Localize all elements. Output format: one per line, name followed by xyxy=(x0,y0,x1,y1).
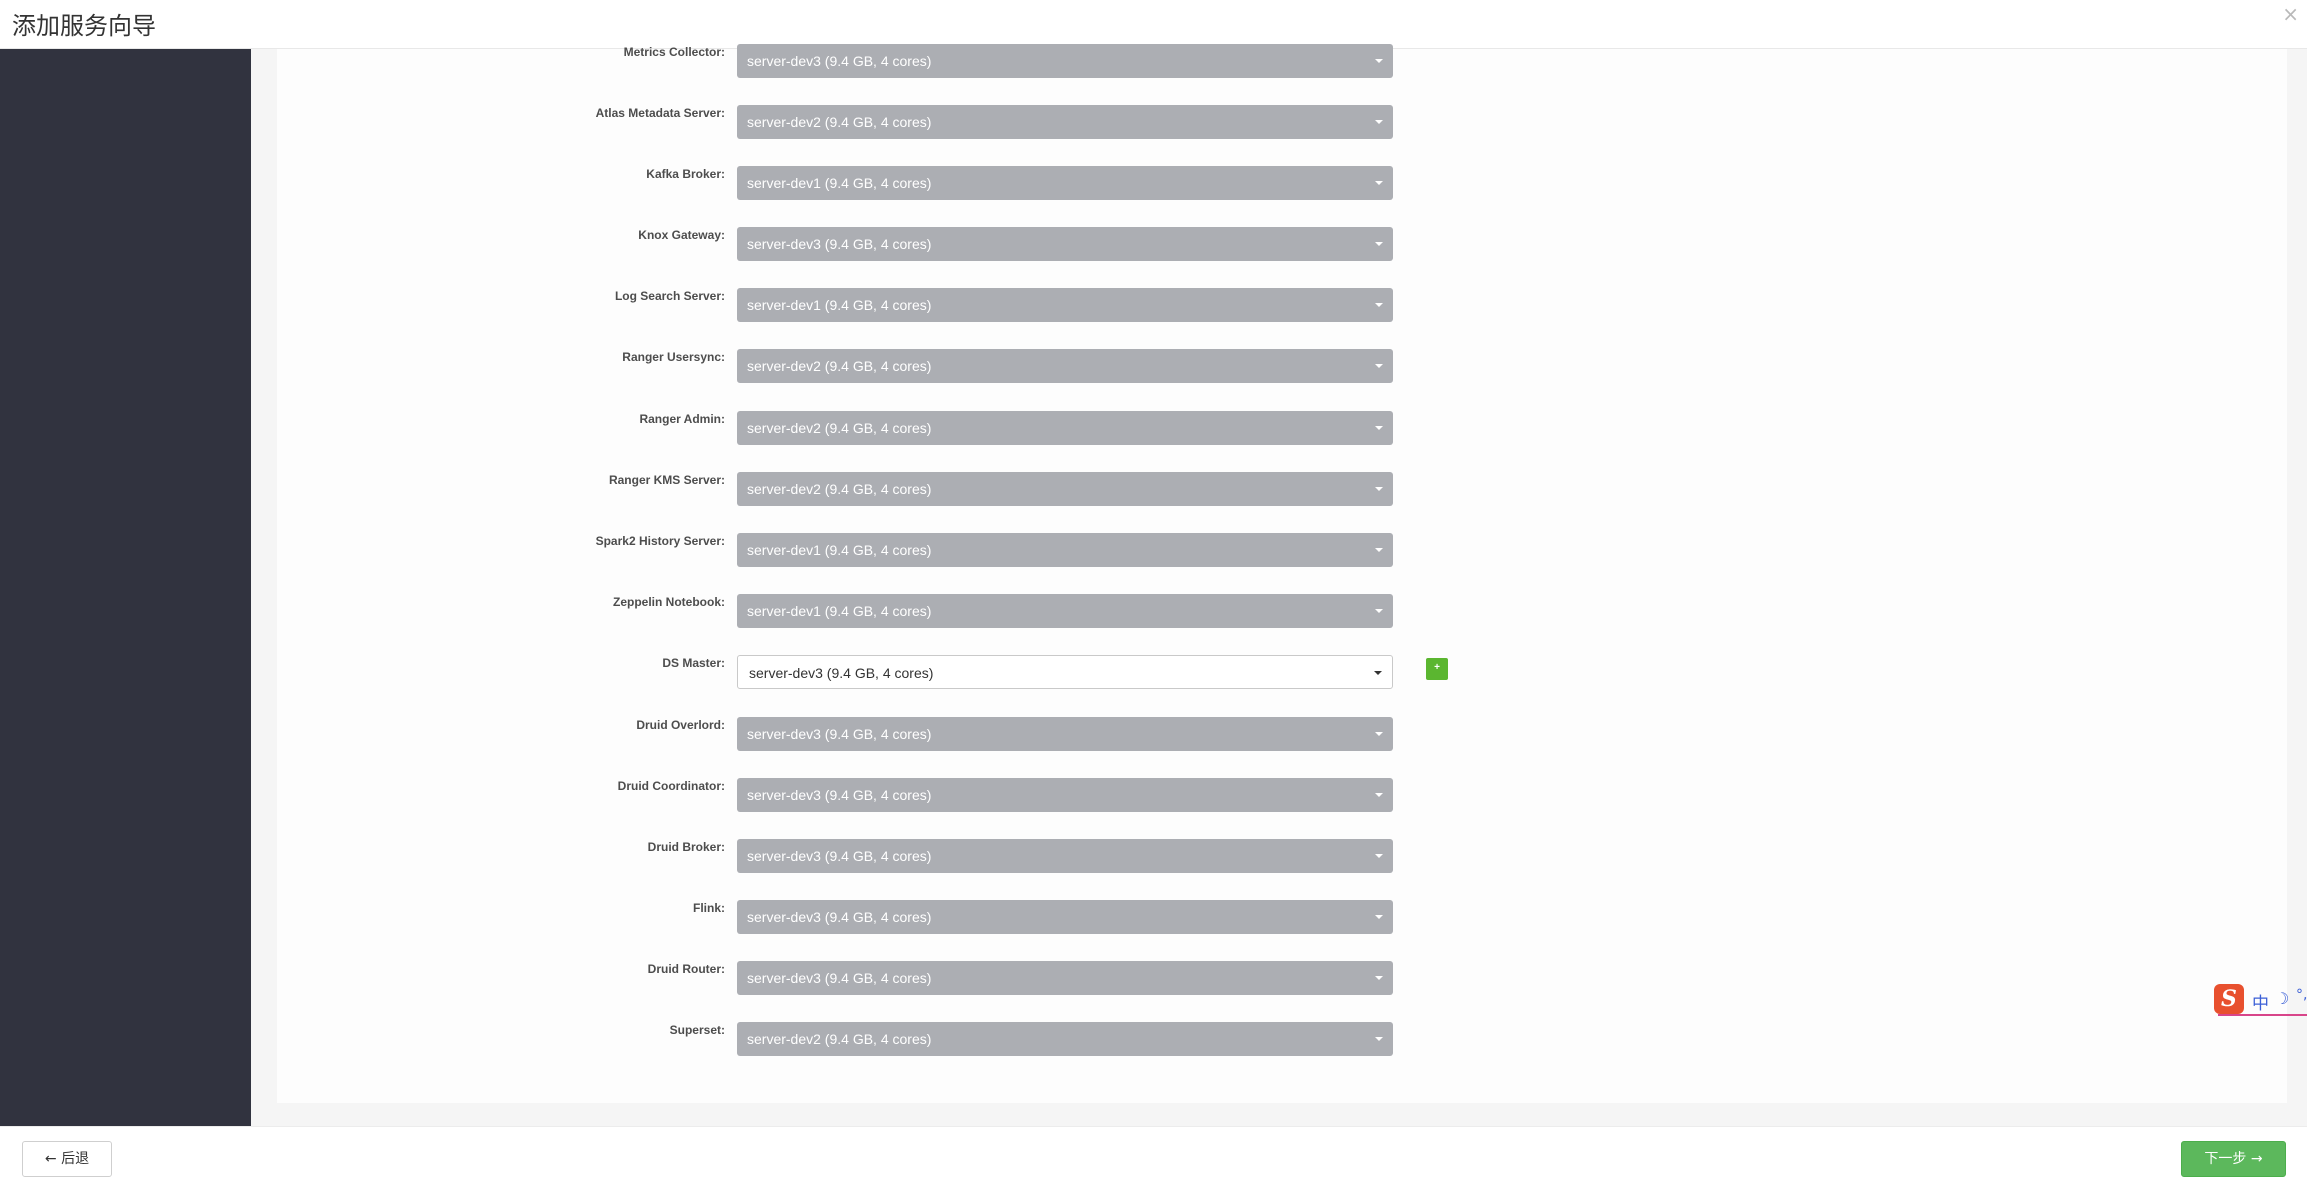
punctuation-icon[interactable]: °, xyxy=(2296,987,2307,1003)
caret-down-icon xyxy=(1375,120,1383,124)
host-select-value: server-dev3 (9.4 GB, 4 cores) xyxy=(747,787,932,803)
component-label: Druid Overlord: xyxy=(636,718,725,732)
component-label: Spark2 History Server: xyxy=(595,534,725,548)
component-label: Flink: xyxy=(693,901,725,915)
caret-down-icon xyxy=(1375,732,1383,736)
host-select-value: server-dev1 (9.4 GB, 4 cores) xyxy=(747,603,932,619)
moon-icon[interactable]: ☽ xyxy=(2275,989,2289,1008)
assignment-row: Metrics Collector: server-dev3 (9.4 GB, … xyxy=(0,44,2307,80)
ime-mode-toggle[interactable]: 中 xyxy=(2252,989,2269,1014)
caret-down-icon xyxy=(1375,1037,1383,1041)
assignment-row: Ranger KMS Server: server-dev2 (9.4 GB, … xyxy=(0,472,2307,508)
host-select-value: server-dev1 (9.4 GB, 4 cores) xyxy=(747,542,932,558)
caret-down-icon xyxy=(1375,59,1383,63)
component-label: Druid Coordinator: xyxy=(617,779,725,793)
caret-down-icon xyxy=(1375,609,1383,613)
host-select[interactable]: server-dev2 (9.4 GB, 4 cores) xyxy=(737,472,1393,506)
host-select-value: server-dev3 (9.4 GB, 4 cores) xyxy=(747,236,932,252)
add-host-button[interactable]: + xyxy=(1426,658,1448,680)
host-select-value: server-dev3 (9.4 GB, 4 cores) xyxy=(747,53,932,69)
caret-down-icon xyxy=(1375,364,1383,368)
caret-down-icon xyxy=(1375,793,1383,797)
assignment-row: Ranger Usersync: server-dev2 (9.4 GB, 4 … xyxy=(0,349,2307,385)
component-label: Zeppelin Notebook: xyxy=(613,595,725,609)
host-select[interactable]: server-dev3 (9.4 GB, 4 cores) xyxy=(737,44,1393,78)
modal-header: 添加服务向导 × xyxy=(0,0,2307,49)
host-select-value: server-dev1 (9.4 GB, 4 cores) xyxy=(747,297,932,313)
assignment-row: Knox Gateway: server-dev3 (9.4 GB, 4 cor… xyxy=(0,227,2307,263)
host-select[interactable]: server-dev2 (9.4 GB, 4 cores) xyxy=(737,1022,1393,1056)
component-label: Ranger Admin: xyxy=(639,412,725,426)
host-select[interactable]: server-dev3 (9.4 GB, 4 cores) xyxy=(737,717,1393,751)
caret-down-icon xyxy=(1375,181,1383,185)
assignment-row: Log Search Server: server-dev1 (9.4 GB, … xyxy=(0,288,2307,324)
component-label: Metrics Collector: xyxy=(623,45,725,59)
host-select-value: server-dev1 (9.4 GB, 4 cores) xyxy=(747,175,932,191)
assignment-row: DS Master: server-dev3 (9.4 GB, 4 cores)… xyxy=(0,655,2307,691)
host-select[interactable]: server-dev2 (9.4 GB, 4 cores) xyxy=(737,411,1393,445)
component-label: Ranger KMS Server: xyxy=(608,473,725,487)
next-button[interactable]: 下一步 → xyxy=(2181,1141,2286,1177)
host-select[interactable]: server-dev3 (9.4 GB, 4 cores) xyxy=(737,227,1393,261)
assign-masters-panel xyxy=(277,49,2287,1103)
component-label: Ranger Usersync: xyxy=(622,350,725,364)
caret-down-icon xyxy=(1375,854,1383,858)
host-select-value: server-dev3 (9.4 GB, 4 cores) xyxy=(747,970,932,986)
caret-down-icon xyxy=(1375,915,1383,919)
host-select[interactable]: server-dev1 (9.4 GB, 4 cores) xyxy=(737,166,1393,200)
caret-down-icon xyxy=(1374,671,1382,675)
back-button[interactable]: ← 后退 xyxy=(22,1141,112,1177)
component-label: Druid Router: xyxy=(647,962,725,976)
close-icon[interactable]: × xyxy=(2282,2,2299,26)
ime-toolbar[interactable]: S 中 ☽ °, xyxy=(2214,982,2307,1016)
component-label: Kafka Broker: xyxy=(646,167,725,181)
modal-title: 添加服务向导 xyxy=(12,12,156,40)
host-select-value: server-dev3 (9.4 GB, 4 cores) xyxy=(747,848,932,864)
assignment-row: Ranger Admin: server-dev2 (9.4 GB, 4 cor… xyxy=(0,411,2307,447)
assignment-row: Druid Coordinator: server-dev3 (9.4 GB, … xyxy=(0,778,2307,814)
caret-down-icon xyxy=(1375,548,1383,552)
component-label: DS Master: xyxy=(662,656,725,670)
caret-down-icon xyxy=(1375,303,1383,307)
host-select-value: server-dev3 (9.4 GB, 4 cores) xyxy=(747,909,932,925)
host-select[interactable]: server-dev1 (9.4 GB, 4 cores) xyxy=(737,533,1393,567)
host-select-value: server-dev2 (9.4 GB, 4 cores) xyxy=(747,420,932,436)
host-select[interactable]: server-dev3 (9.4 GB, 4 cores) xyxy=(737,778,1393,812)
host-select[interactable]: server-dev1 (9.4 GB, 4 cores) xyxy=(737,288,1393,322)
host-select[interactable]: server-dev3 (9.4 GB, 4 cores) xyxy=(737,961,1393,995)
host-select[interactable]: server-dev3 (9.4 GB, 4 cores) xyxy=(737,839,1393,873)
caret-down-icon xyxy=(1375,242,1383,246)
component-label: Atlas Metadata Server: xyxy=(595,106,725,120)
host-select-value: server-dev2 (9.4 GB, 4 cores) xyxy=(747,481,932,497)
host-select-value: server-dev3 (9.4 GB, 4 cores) xyxy=(747,726,932,742)
caret-down-icon xyxy=(1375,426,1383,430)
host-select[interactable]: server-dev1 (9.4 GB, 4 cores) xyxy=(737,594,1393,628)
caret-down-icon xyxy=(1375,487,1383,491)
assignment-row: Flink: server-dev3 (9.4 GB, 4 cores) xyxy=(0,900,2307,936)
assignment-row: Zeppelin Notebook: server-dev1 (9.4 GB, … xyxy=(0,594,2307,630)
component-label: Druid Broker: xyxy=(647,840,725,854)
assignment-row: Druid Router: server-dev3 (9.4 GB, 4 cor… xyxy=(0,961,2307,997)
host-select-value: server-dev2 (9.4 GB, 4 cores) xyxy=(747,114,932,130)
host-select-value: server-dev2 (9.4 GB, 4 cores) xyxy=(747,358,932,374)
caret-down-icon xyxy=(1375,976,1383,980)
wizard-footer: ← 后退 下一步 → xyxy=(0,1126,2307,1186)
host-select-value: server-dev3 (9.4 GB, 4 cores) xyxy=(749,665,934,681)
component-label: Log Search Server: xyxy=(614,289,725,303)
component-label: Superset: xyxy=(669,1023,725,1037)
host-select[interactable]: server-dev2 (9.4 GB, 4 cores) xyxy=(737,349,1393,383)
assignment-row: Kafka Broker: server-dev1 (9.4 GB, 4 cor… xyxy=(0,166,2307,202)
assignment-row: Spark2 History Server: server-dev1 (9.4 … xyxy=(0,533,2307,569)
assignment-row: Atlas Metadata Server: server-dev2 (9.4 … xyxy=(0,105,2307,141)
assignment-row: Superset: server-dev2 (9.4 GB, 4 cores) xyxy=(0,1022,2307,1058)
assignment-row: Druid Broker: server-dev3 (9.4 GB, 4 cor… xyxy=(0,839,2307,875)
component-label: Knox Gateway: xyxy=(638,228,725,242)
assignment-row: Druid Overlord: server-dev3 (9.4 GB, 4 c… xyxy=(0,717,2307,753)
ime-underline xyxy=(2218,1014,2307,1016)
host-select-value: server-dev2 (9.4 GB, 4 cores) xyxy=(747,1031,932,1047)
sogou-logo-icon[interactable]: S xyxy=(2214,984,2244,1014)
host-select[interactable]: server-dev3 (9.4 GB, 4 cores) xyxy=(737,655,1393,689)
host-select[interactable]: server-dev3 (9.4 GB, 4 cores) xyxy=(737,900,1393,934)
host-select[interactable]: server-dev2 (9.4 GB, 4 cores) xyxy=(737,105,1393,139)
